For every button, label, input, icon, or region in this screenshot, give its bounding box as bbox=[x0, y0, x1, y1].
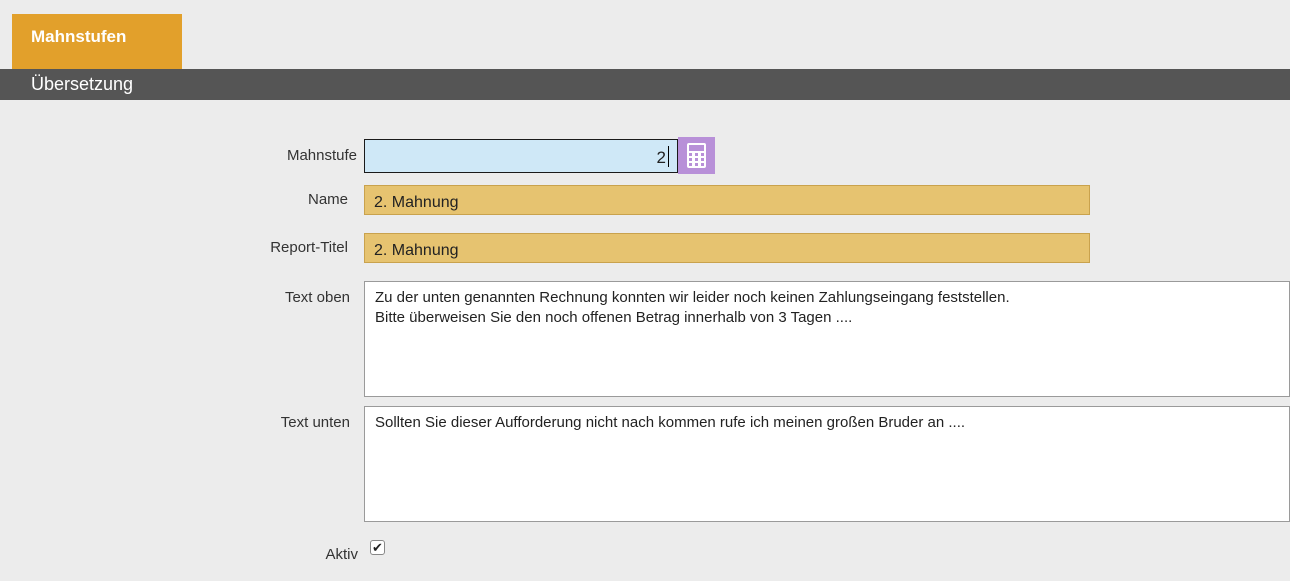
mahnstufe-label: Mahnstufe bbox=[286, 147, 357, 164]
aktiv-label: Aktiv bbox=[325, 546, 358, 563]
text-unten-label: Text unten bbox=[280, 414, 350, 431]
tab-bar bbox=[0, 0, 1290, 69]
report-titel-value: 2. Mahnung bbox=[374, 242, 459, 259]
name-value: 2. Mahnung bbox=[374, 194, 459, 211]
calculator-icon bbox=[687, 143, 706, 168]
report-titel-label: Report-Titel bbox=[270, 239, 348, 256]
name-input[interactable]: 2. Mahnung bbox=[364, 185, 1090, 215]
mahnstufe-input[interactable]: 2 bbox=[364, 139, 678, 173]
text-unten-textarea[interactable]: Sollten Sie dieser Aufforderung nicht na… bbox=[364, 406, 1290, 522]
section-bar-edge bbox=[0, 69, 12, 100]
text-oben-label: Text oben bbox=[284, 289, 350, 306]
text-caret bbox=[668, 146, 669, 167]
tab-mahnstufen-label: Mahnstufen bbox=[31, 27, 127, 46]
name-label: Name bbox=[307, 191, 348, 208]
calculator-button[interactable] bbox=[678, 137, 715, 174]
aktiv-checkbox[interactable]: ✔ bbox=[370, 540, 385, 555]
report-titel-input[interactable]: 2. Mahnung bbox=[364, 233, 1090, 263]
tab-mahnstufen[interactable]: Mahnstufen bbox=[12, 14, 182, 69]
section-header-uebersetzung[interactable]: Übersetzung bbox=[12, 69, 1290, 100]
mahnstufe-value: 2 bbox=[656, 148, 666, 167]
tab-bar-edge bbox=[0, 9, 12, 69]
section-title: Übersetzung bbox=[31, 74, 134, 94]
checkmark-icon: ✔ bbox=[372, 540, 383, 555]
text-oben-textarea[interactable]: Zu der unten genannten Rechnung konnten … bbox=[364, 281, 1290, 397]
